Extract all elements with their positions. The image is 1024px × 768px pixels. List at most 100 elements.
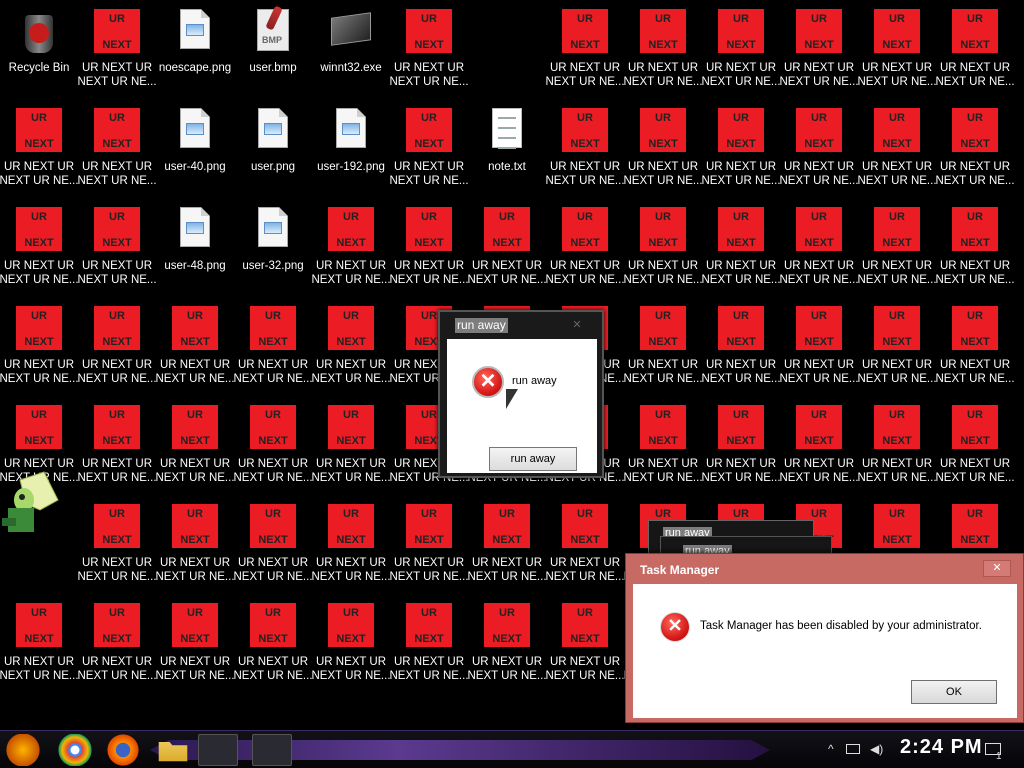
desktop-icon-recycle_label[interactable]: Recycle Bin <box>1 3 77 93</box>
desktop-icon-ur-next[interactable]: UR NEXT UR NEXT UR NEXT UR NE... <box>779 102 859 192</box>
desktop-icon-ur-next[interactable]: UR NEXT UR NEXT UR NEXT UR NE... <box>155 498 235 588</box>
desktop-icon-ur-next[interactable]: UR NEXT UR NEXT UR NEXT UR NE... <box>545 498 625 588</box>
ur-icon-text-bottom: NEXT <box>258 435 288 447</box>
desktop-icon-ur-next[interactable]: UR NEXT UR NEXT UR NEXT UR NE... <box>311 399 391 489</box>
desktop-icon-user32[interactable]: user-32.png <box>235 201 311 291</box>
desktop-icon-ur-next[interactable]: UR NEXT UR NEXT UR NEXT UR NE... <box>857 201 937 291</box>
desktop-icon-ur-next[interactable]: UR NEXT UR NEXT UR NEXT UR NE... <box>467 498 547 588</box>
ur-icon-text-top: UR <box>967 112 983 124</box>
desktop-icon-ur-next[interactable]: UR NEXT UR NEXT UR NEXT UR NE... <box>389 201 469 291</box>
ur-icon-text-bottom: NEXT <box>804 435 834 447</box>
desktop-icon-ur-next[interactable]: UR NEXT UR NEXT UR NEXT UR NE... <box>77 3 157 93</box>
desktop-icon-ur-next[interactable]: UR NEXT UR NEXT UR NEXT UR NE... <box>623 201 703 291</box>
firefox-icon[interactable] <box>106 734 140 766</box>
desktop-icon-ur-next[interactable]: UR NEXT UR NEXT UR NEXT UR NE... <box>857 102 937 192</box>
desktop-icon-winnt32[interactable]: winnt32.exe <box>313 3 389 93</box>
desktop-icon-ur-next[interactable]: UR NEXT UR NEXT UR NEXT UR NE... <box>233 597 313 687</box>
image-file-icon <box>258 207 288 247</box>
desktop-icon-ur-next[interactable]: UR NEXT UR NEXT UR NEXT UR NE... <box>545 201 625 291</box>
desktop-icon-ur-next[interactable]: UR NEXT UR NEXT UR NEXT UR NE... <box>623 102 703 192</box>
chrome-icon[interactable] <box>58 734 92 766</box>
desktop-icon-ur-next[interactable]: UR NEXT UR NEXT UR NEXT UR NE... <box>623 399 703 489</box>
desktop-icon-ur-next[interactable]: UR NEXT UR NEXT UR NEXT UR NE... <box>0 102 79 192</box>
desktop-icon-ur-next[interactable]: UR NEXT UR NEXT UR NEXT UR NE... <box>155 597 235 687</box>
desktop-icon-ur-next[interactable]: UR NEXT UR NEXT UR NEXT UR NE... <box>779 3 859 93</box>
desktop-icon-note[interactable]: note.txt <box>469 102 545 192</box>
desktop-icon-ur-next[interactable]: UR NEXT UR NEXT UR NEXT UR NE... <box>935 102 1015 192</box>
desktop-icon-label: UR NEXT UR NEXT UR NE... <box>701 260 781 286</box>
desktop-icon-ur-next[interactable]: UR NEXT UR NEXT UR NEXT UR NE... <box>935 3 1015 93</box>
desktop-icon-user48[interactable]: user-48.png <box>157 201 233 291</box>
desktop-icon-ur-next[interactable]: UR NEXT UR NEXT UR NEXT UR NE... <box>935 300 1015 390</box>
desktop-icon-ur-next[interactable]: UR NEXT UR NEXT UR NEXT UR NE... <box>389 3 469 93</box>
desktop-icon-ur-next[interactable]: UR NEXT UR NEXT UR NEXT UR NE... <box>701 3 781 93</box>
run-away-close-button[interactable]: ✕ <box>568 318 586 332</box>
ur-next-icon: UR NEXT <box>406 9 452 53</box>
desktop-icon-ur-next[interactable]: UR NEXT UR NEXT UR NEXT UR NE... <box>155 399 235 489</box>
ok-button[interactable]: OK <box>911 680 997 704</box>
desktop-icon-ur-next[interactable]: UR NEXT UR NEXT UR NEXT UR NE... <box>623 300 703 390</box>
clock[interactable]: 2:24 PM <box>900 736 983 759</box>
desktop-icon-ur-next[interactable]: UR NEXT UR NEXT UR NEXT UR NE... <box>311 498 391 588</box>
desktop-icon-ur-next[interactable]: UR NEXT UR NEXT UR NEXT UR NE... <box>935 399 1015 489</box>
desktop-icon-ur-next[interactable]: UR NEXT UR NEXT UR NEXT UR NE... <box>701 399 781 489</box>
winnt32-taskbar-button[interactable] <box>198 734 238 766</box>
desktop-icon-ur-next[interactable]: UR NEXT UR NEXT UR NEXT UR NE... <box>389 498 469 588</box>
task-manager-dialog[interactable]: Task Manager ✕ ✕ Task Manager has been d… <box>625 553 1024 723</box>
desktop-icon-ur-next[interactable]: UR NEXT UR NEXT UR NEXT UR NE... <box>467 201 547 291</box>
start-button[interactable] <box>6 734 40 766</box>
desktop-icon-ur-next[interactable]: UR NEXT UR NEXT UR NEXT UR NE... <box>77 399 157 489</box>
desktop-icon-ur-next[interactable]: UR NEXT UR NEXT UR NEXT UR NE... <box>857 3 937 93</box>
desktop-icon-ur-next[interactable]: UR NEXT UR NEXT UR NEXT UR NE... <box>77 201 157 291</box>
ur-icon-text-top: UR <box>733 508 749 520</box>
tray-expand-icon[interactable]: ^ <box>828 742 834 756</box>
desktop-icon-ur-next[interactable]: UR NEXT UR NEXT UR NEXT UR NE... <box>701 300 781 390</box>
desktop-icon-ur-next[interactable]: UR NEXT UR NEXT UR NEXT UR NE... <box>389 597 469 687</box>
desktop-icon-ur-next[interactable]: UR NEXT UR NEXT UR NEXT UR NE... <box>701 201 781 291</box>
run-away-button[interactable]: run away <box>489 447 577 471</box>
ur-icon-text-bottom: NEXT <box>804 237 834 249</box>
desktop-icon-ur-next[interactable]: UR NEXT UR NEXT UR NEXT UR NE... <box>701 102 781 192</box>
desktop-icon-ur-next[interactable]: UR NEXT UR NEXT UR NEXT UR NE... <box>77 498 157 588</box>
desktop-icon-ur-next[interactable]: UR NEXT UR NEXT UR NEXT UR NE... <box>389 102 469 192</box>
desktop-icon-user_png[interactable]: user.png <box>235 102 311 192</box>
desktop-icon-ur-next[interactable]: UR NEXT UR NEXT UR NEXT UR NE... <box>623 3 703 93</box>
desktop-icon-ur-next[interactable]: UR NEXT UR NEXT UR NEXT UR NE... <box>233 300 313 390</box>
desktop-icon-ur-next[interactable]: UR NEXT UR NEXT UR NEXT UR NE... <box>467 597 547 687</box>
image-viewer-taskbar-button[interactable] <box>252 734 292 766</box>
desktop-icon-ur-next[interactable]: UR NEXT UR NEXT UR NEXT UR NE... <box>779 201 859 291</box>
desktop-icon-ur-next[interactable]: UR NEXT UR NEXT UR NEXT UR NE... <box>935 201 1015 291</box>
desktop-icon-ur-next[interactable]: UR NEXT UR NEXT UR NEXT UR NE... <box>545 3 625 93</box>
desktop-icon-ur-next[interactable]: UR NEXT UR NEXT UR NEXT UR NE... <box>545 597 625 687</box>
desktop-icon-noescape[interactable]: noescape.png <box>157 3 233 93</box>
desktop-icon-user192[interactable]: user-192.png <box>313 102 389 192</box>
desktop-icon-ur-next[interactable]: UR NEXT UR NEXT UR NEXT UR NE... <box>0 201 79 291</box>
task-manager-close-button[interactable]: ✕ <box>983 560 1011 577</box>
ur-icon-text-top: UR <box>265 409 281 421</box>
desktop-icon-ur-next[interactable]: UR NEXT UR NEXT UR NEXT UR NE... <box>857 300 937 390</box>
desktop-icon-ur-next[interactable]: UR NEXT UR NEXT UR NEXT UR NE... <box>0 300 79 390</box>
desktop-icon-ur-next[interactable]: UR NEXT UR NEXT UR NEXT UR NE... <box>77 597 157 687</box>
desktop-icon-ur-next[interactable]: UR NEXT UR NEXT UR NEXT UR NE... <box>233 498 313 588</box>
volume-icon[interactable]: ◀) <box>870 742 883 756</box>
ur-next-icon: UR NEXT <box>952 306 998 350</box>
desktop-icon-ur-next[interactable]: UR NEXT UR NEXT UR NEXT UR NE... <box>155 300 235 390</box>
file-explorer-icon[interactable] <box>158 742 188 762</box>
desktop-icon-ur-next[interactable]: UR NEXT UR NEXT UR NEXT UR NE... <box>545 102 625 192</box>
desktop-icon-user40[interactable]: user-40.png <box>157 102 233 192</box>
run-away-dialog[interactable]: run away ✕ ✕ run away run away <box>438 310 604 478</box>
desktop-icon-ur-next[interactable]: UR NEXT UR NEXT UR NEXT UR NE... <box>779 300 859 390</box>
desktop-icon-ur-next[interactable]: UR NEXT UR NEXT UR NEXT UR NE... <box>857 399 937 489</box>
desktop-icon-ur-next[interactable]: UR NEXT UR NEXT UR NEXT UR NE... <box>233 399 313 489</box>
desktop-icon-ur-next[interactable]: UR NEXT UR NEXT UR NEXT UR NE... <box>77 102 157 192</box>
desktop-icon-ur-next[interactable]: UR NEXT UR NEXT UR NEXT UR NE... <box>0 597 79 687</box>
desktop-icon-ur-next[interactable]: UR NEXT UR NEXT UR NEXT UR NE... <box>311 300 391 390</box>
desktop-icon-ur-next[interactable]: UR NEXT UR NEXT UR NEXT UR NE... <box>311 597 391 687</box>
desktop-icon-user_bmp[interactable]: BMP user.bmp <box>235 3 311 93</box>
desktop-icon-ur-next[interactable]: UR NEXT UR NEXT UR NEXT UR NE... <box>779 399 859 489</box>
ur-next-icon: UR NEXT <box>562 504 608 548</box>
desktop-icon-ur-next[interactable]: UR NEXT UR NEXT UR NEXT UR NE... <box>311 201 391 291</box>
network-icon[interactable] <box>846 744 860 754</box>
desktop-icon-ur-next[interactable]: UR NEXT UR NEXT UR NEXT UR NE... <box>77 300 157 390</box>
ur-icon-text-bottom: NEXT <box>258 534 288 546</box>
